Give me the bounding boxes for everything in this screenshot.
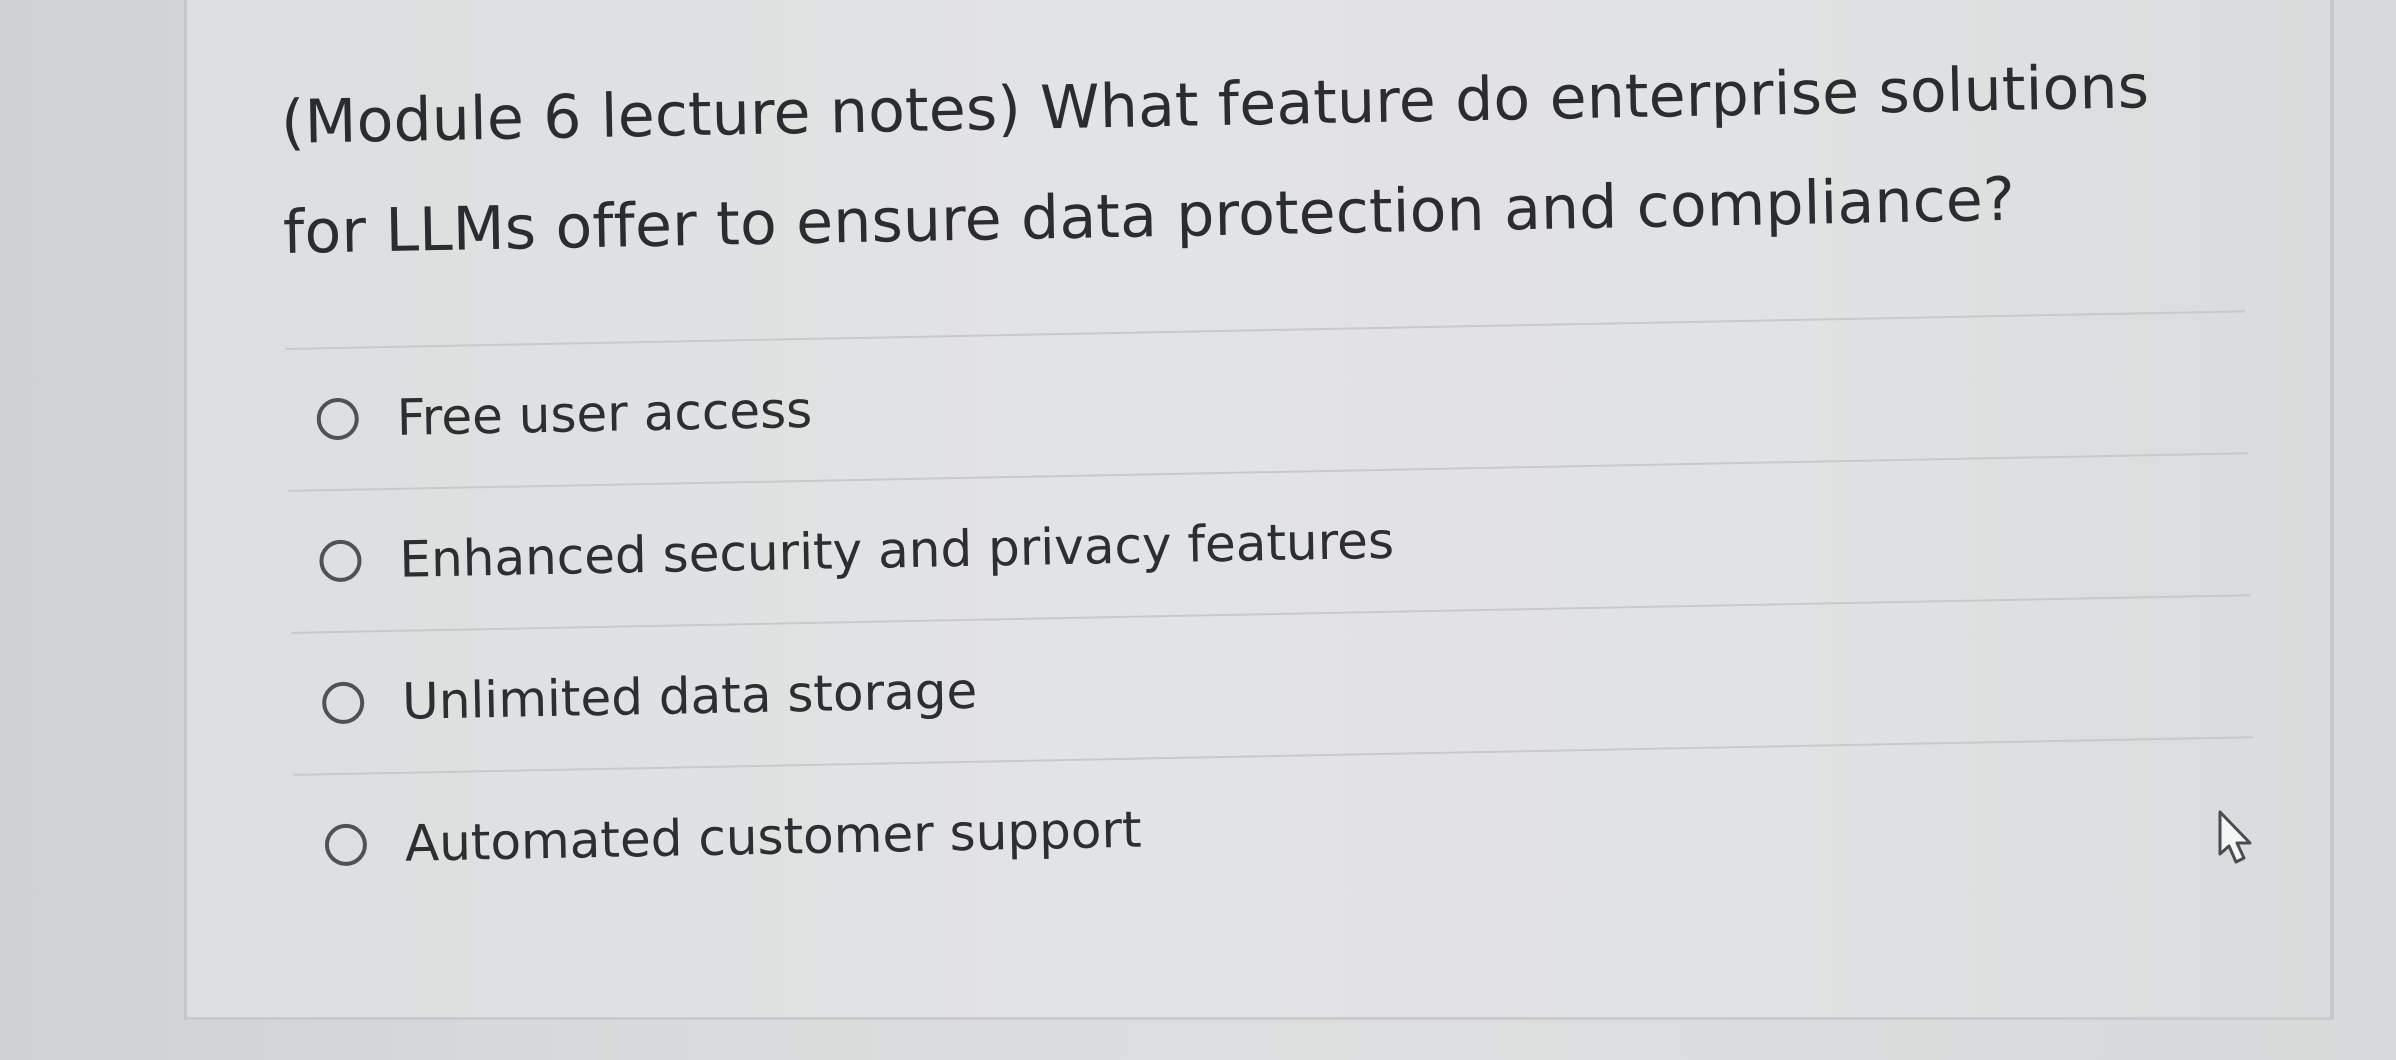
option-label[interactable]: Automated customer support <box>404 801 1142 873</box>
question-text: (Module 6 lecture notes) What feature do… <box>280 52 2150 268</box>
mouse-pointer-hand-icon <box>2218 810 2252 864</box>
option-label[interactable]: Unlimited data storage <box>402 662 978 731</box>
radio-button[interactable] <box>324 823 368 867</box>
radio-button[interactable] <box>316 397 360 441</box>
radio-button[interactable] <box>319 539 362 583</box>
option-label[interactable]: Free user access <box>396 381 812 447</box>
option-label[interactable]: Enhanced security and privacy features <box>399 512 1395 589</box>
radio-button[interactable] <box>321 681 365 725</box>
question-content: (Module 6 lecture notes) What feature do… <box>280 30 2276 916</box>
screen: (Module 6 lecture notes) What feature do… <box>0 0 2396 1060</box>
